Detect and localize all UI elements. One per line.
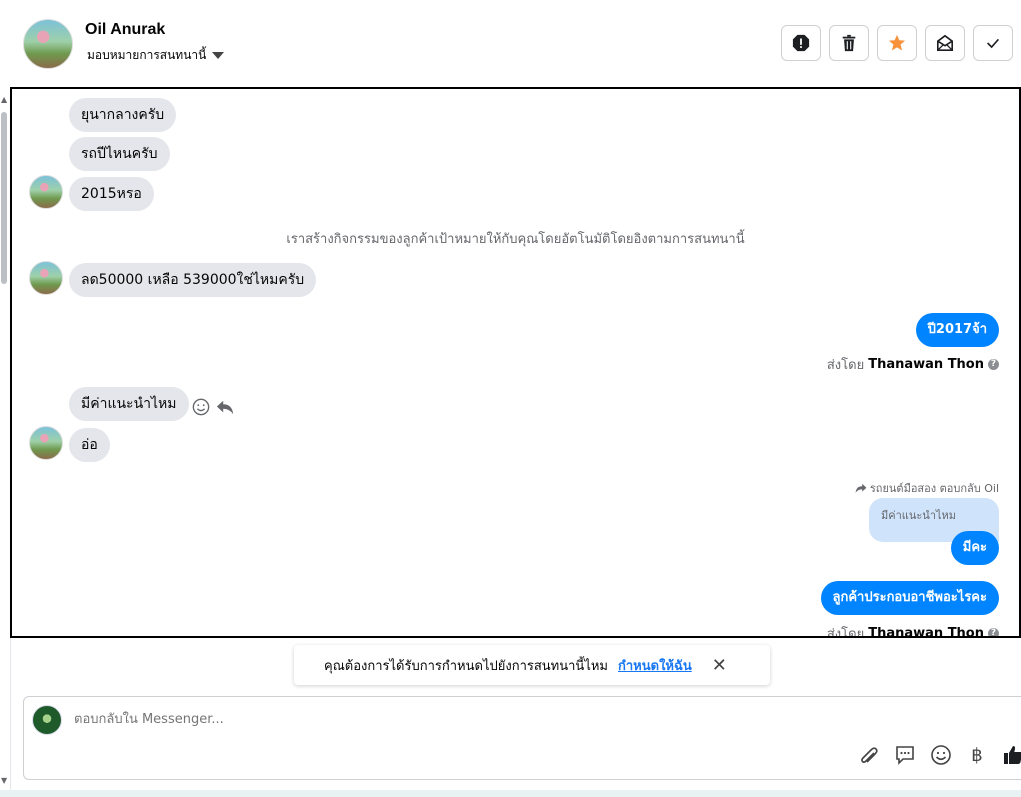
spam-icon [792, 34, 810, 52]
message-bubble[interactable]: ยุนากลางครับ [69, 98, 177, 132]
contact-avatar[interactable] [23, 19, 73, 69]
sender-avatar[interactable] [29, 261, 63, 295]
reply-icon[interactable] [216, 398, 234, 416]
caret-down-icon [212, 52, 225, 59]
system-note: เราสร้างกิจกรรมของลูกค้าเป้าหมายให้กับคุ… [286, 232, 745, 247]
message-actions [192, 398, 234, 416]
close-icon[interactable]: ✕ [712, 655, 727, 676]
mark-unread-button[interactable] [925, 25, 965, 61]
sent-by-label: ส่งโดย Thanawan Thon ? [826, 623, 999, 638]
sent-by-name: Thanawan Thon [868, 626, 984, 638]
delete-button[interactable] [829, 25, 869, 61]
conversation-header: Oil Anurak มอบหมายการสนทนานี้ [10, 0, 1021, 88]
star-icon [888, 34, 906, 51]
sent-message-bubble[interactable]: ลูกค้าประกอบอาชีพอะไรคะ [820, 581, 999, 615]
sent-message-bubble[interactable]: ปี2017จ้า [915, 313, 999, 347]
suggestion-text: คุณต้องการได้รับการกำหนดไปยังการสนทนานี้… [324, 658, 608, 674]
sender-avatar[interactable] [29, 175, 63, 209]
message-bubble[interactable]: อ่อ [69, 428, 110, 462]
emoji-icon[interactable] [930, 744, 952, 766]
page-avatar [32, 705, 62, 735]
mark-done-button[interactable] [973, 25, 1013, 61]
thumbs-up-icon[interactable] [1002, 744, 1021, 766]
scrollbar-thumb[interactable] [1, 112, 7, 284]
assign-suggestion-banner: คุณต้องการได้รับการกำหนดไปยังการสนทนานี้… [294, 645, 770, 685]
mark-spam-button[interactable] [781, 25, 821, 61]
reply-arrow-icon [855, 483, 867, 493]
attachment-icon[interactable] [858, 744, 880, 766]
payment-baht-icon[interactable]: ฿ [966, 745, 988, 766]
mark-unread-icon [936, 34, 954, 52]
sent-by-label: ส่งโดย Thanawan Thon ? [827, 354, 999, 375]
scroll-up-arrow-icon[interactable]: ▲ [1, 95, 7, 104]
reply-input[interactable] [72, 711, 776, 728]
message-bubble[interactable]: มีค่าแนะนำไหม [69, 387, 189, 421]
check-icon [987, 38, 1000, 49]
message-bubble[interactable]: รถปีไหนครับ [69, 137, 170, 171]
saved-replies-icon[interactable] [894, 744, 916, 766]
message-thread[interactable]: ยุนากลางครับ รถปีไหนครับ 2015หรอ เราสร้า… [10, 87, 1021, 638]
help-icon[interactable]: ? [988, 359, 999, 370]
sent-by-name: Thanawan Thon [868, 357, 984, 372]
contact-name[interactable]: Oil Anurak [85, 21, 165, 39]
message-bubble[interactable]: ลด50000 เหลือ 539000ใช่ไหมครับ [69, 263, 317, 297]
reply-meta: รถยนต์มือสอง ตอบกลับ Oil [855, 479, 999, 497]
sent-message-bubble[interactable]: มีคะ [950, 531, 999, 565]
trash-icon [842, 34, 856, 52]
star-button[interactable] [877, 25, 917, 61]
sent-by-prefix: ส่งโดย [826, 358, 865, 373]
message-bubble[interactable]: 2015หรอ [69, 177, 154, 211]
scroll-down-arrow-icon[interactable]: ▼ [1, 776, 7, 785]
help-icon[interactable]: ? [988, 628, 999, 636]
assign-label: มอบหมายการสนทนานี้ [87, 48, 207, 62]
composer-tools: ฿ [858, 744, 1021, 766]
assign-to-me-link[interactable]: กำหนดให้ฉัน [618, 655, 692, 676]
assign-conversation-dropdown[interactable]: มอบหมายการสนทนานี้ [87, 46, 225, 65]
emoji-react-icon[interactable] [192, 398, 210, 416]
reply-meta-text: รถยนต์มือสอง ตอบกลับ Oil [869, 482, 999, 495]
bottom-strip [0, 790, 1021, 797]
reply-composer: ฿ [23, 696, 1021, 780]
sender-avatar[interactable] [29, 426, 63, 460]
sent-by-prefix: ส่งโดย [826, 627, 865, 638]
